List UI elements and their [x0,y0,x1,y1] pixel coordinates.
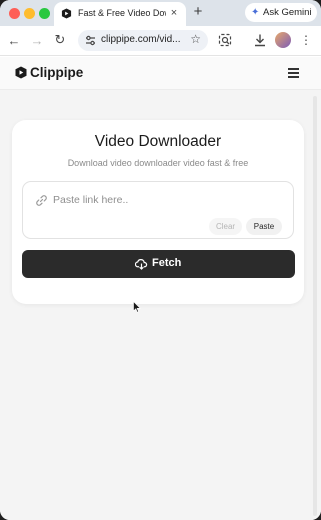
kebab-menu-icon[interactable]: ⋮ [298,32,314,48]
logo-icon [61,8,72,19]
minimize-window-button[interactable] [24,8,35,19]
close-icon[interactable]: × [168,7,180,19]
tab-title: Fast & Free Video Downlo [78,8,166,18]
tab-active[interactable]: Fast & Free Video Downlo × [54,2,186,26]
link-input-box: Clear Paste [22,181,294,239]
ask-gemini-label: Ask Gemini [263,7,312,18]
fetch-button[interactable]: Fetch [22,250,295,278]
site-header: Clippipe [0,57,321,90]
close-window-button[interactable] [9,8,20,19]
cloud-download-icon [135,259,148,270]
paste-button[interactable]: Paste [246,218,282,235]
zoom-window-button[interactable] [39,8,50,19]
page-title: Video Downloader [94,133,222,150]
reload-icon[interactable]: ↻ [52,32,68,48]
forward-arrow-icon[interactable]: → [29,32,45,48]
download-icon[interactable] [252,32,268,48]
scrollbar[interactable] [312,90,318,520]
tab-strip: Fast & Free Video Downlo × + ✦ Ask Gemin… [0,0,321,26]
mouse-cursor-icon [133,301,141,313]
star-icon[interactable]: ☆ [190,32,201,46]
page-subtitle: Download video downloader video fast & f… [67,158,249,168]
browser-toolbar: ← → ↻ clippipe.com/vid... ☆ ⋮ [0,26,321,56]
tune-icon[interactable] [84,34,97,47]
lens-icon[interactable] [217,32,233,48]
page-content: Clippipe Video Downloader Download video… [0,57,321,520]
ask-gemini-button[interactable]: ✦ Ask Gemini [245,3,317,22]
logo-icon[interactable] [15,66,27,79]
plus-icon[interactable]: + [190,4,206,20]
clear-button[interactable]: Clear [209,218,242,235]
address-bar[interactable]: clippipe.com/vid... ☆ [78,30,208,51]
link-input[interactable] [53,192,273,208]
link-icon [36,195,47,206]
fetch-label: Fetch [152,257,182,269]
url-text[interactable]: clippipe.com/vid... [101,34,183,45]
scrollbar-thumb[interactable] [313,96,317,516]
back-arrow-icon[interactable]: ← [6,32,22,48]
downloader-card: Video Downloader Download video download… [12,120,304,304]
sparkle-icon: ✦ [251,7,260,18]
browser-window: Fast & Free Video Downlo × + ✦ Ask Gemin… [0,0,321,520]
site-logo[interactable]: Clippipe [30,65,83,80]
avatar[interactable] [275,32,291,48]
hamburger-icon[interactable] [288,68,299,78]
